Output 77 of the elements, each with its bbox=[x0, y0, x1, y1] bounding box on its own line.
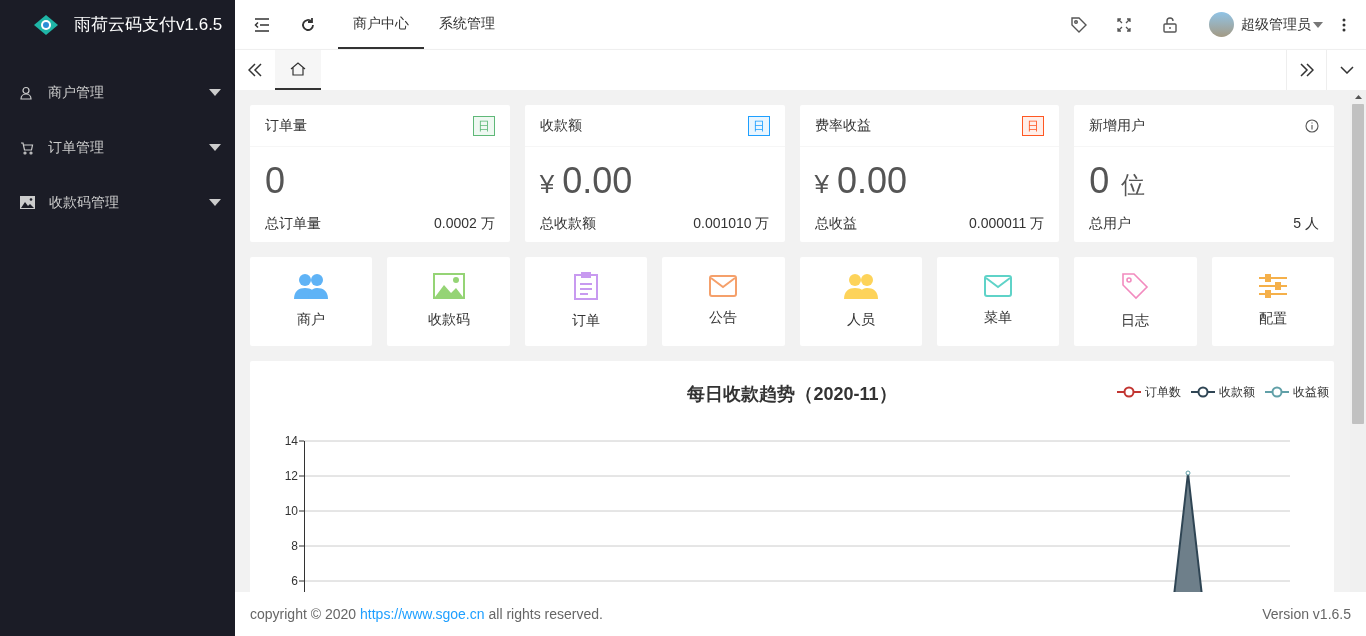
period-badge: 日 bbox=[747, 115, 770, 136]
shortcut-label: 菜单 bbox=[984, 308, 1013, 327]
shortcut-label: 日志 bbox=[1121, 311, 1150, 330]
footer-label: 总收款额 bbox=[539, 214, 596, 233]
shortcut-label: 订单 bbox=[571, 311, 600, 330]
shortcut-label: 商户 bbox=[297, 310, 326, 329]
scrollbar-thumb[interactable] bbox=[1352, 104, 1364, 424]
stat-value: 0.00 bbox=[836, 161, 908, 201]
legend-label: 收益额 bbox=[1293, 384, 1329, 401]
cart-icon bbox=[20, 140, 34, 155]
avatar[interactable] bbox=[1209, 12, 1234, 37]
chart-title: 每日收款趋势（2020-11） bbox=[687, 383, 897, 406]
card-title: 费率收益 bbox=[814, 116, 871, 135]
footer-value: 0.001010 万 bbox=[693, 214, 770, 233]
period-badge: 日 bbox=[1022, 115, 1045, 136]
info-icon bbox=[1305, 118, 1319, 133]
caret-icon[interactable] bbox=[1313, 21, 1323, 28]
axis-label: 10 bbox=[284, 503, 298, 519]
shortcut-tile[interactable]: 人员 bbox=[799, 257, 922, 346]
version-text: Version v1.6.5 bbox=[1262, 604, 1351, 624]
footer-value: 0.0002 万 bbox=[434, 214, 495, 233]
sidebar-item[interactable]: 收款码管理 bbox=[49, 192, 119, 213]
data-point bbox=[1185, 470, 1191, 476]
axis-label: 8 bbox=[291, 538, 298, 554]
card-title: 收款额 bbox=[539, 116, 582, 135]
legend-label: 订单数 bbox=[1145, 384, 1181, 401]
footer-label: 总收益 bbox=[814, 214, 857, 233]
home-icon bbox=[290, 62, 306, 76]
period-badge: 日 bbox=[472, 115, 495, 136]
shortcut-tile[interactable]: 配置 bbox=[1211, 257, 1334, 346]
stat-unit: 位 bbox=[1121, 170, 1146, 200]
user-icon bbox=[20, 85, 34, 100]
image-icon bbox=[20, 196, 35, 209]
footer-label: 总订单量 bbox=[265, 214, 321, 233]
footer-label: 总用户 bbox=[1089, 214, 1132, 233]
axis-label: 12 bbox=[284, 468, 298, 484]
shortcut-label: 收款码 bbox=[427, 310, 470, 329]
chevron-down-icon[interactable] bbox=[1339, 66, 1354, 74]
double-right-icon[interactable] bbox=[1299, 63, 1314, 77]
shortcut-tile[interactable]: 收款码 bbox=[387, 257, 510, 346]
fullscreen-icon[interactable] bbox=[1117, 17, 1131, 32]
more-icon[interactable] bbox=[1342, 17, 1346, 32]
card-title: 订单量 bbox=[265, 116, 307, 135]
rights-text: all rights reserved. bbox=[488, 604, 603, 624]
scroll-up-icon[interactable] bbox=[1354, 95, 1362, 99]
stat-value: 0.00 bbox=[562, 161, 633, 201]
axis-label: 6 bbox=[291, 573, 298, 589]
lock-icon[interactable] bbox=[1163, 16, 1177, 33]
shortcut-label: 配置 bbox=[1258, 309, 1287, 328]
tag-icon[interactable] bbox=[1070, 15, 1088, 34]
currency-sign: ¥ bbox=[539, 168, 555, 201]
refresh-icon[interactable] bbox=[300, 16, 316, 33]
axis-label: 14 bbox=[284, 433, 298, 449]
copyright-text: copyright © 2020 bbox=[250, 604, 357, 624]
sidebar-item[interactable]: 商户管理 bbox=[48, 82, 104, 103]
logo-icon bbox=[32, 13, 60, 37]
user-name[interactable]: 超级管理员 bbox=[1241, 14, 1311, 35]
menu-icon[interactable] bbox=[254, 17, 270, 32]
shortcut-tile[interactable]: 日志 bbox=[1074, 257, 1197, 346]
footer-value: 0.000011 万 bbox=[969, 214, 1045, 233]
nav-tab[interactable]: 系统管理 bbox=[424, 0, 510, 49]
shortcut-tile[interactable]: 菜单 bbox=[936, 257, 1060, 346]
shortcut-tile[interactable]: 公告 bbox=[662, 257, 785, 346]
sidebar-item[interactable]: 订单管理 bbox=[48, 137, 104, 158]
currency-sign: ¥ bbox=[814, 168, 829, 201]
home-tab[interactable] bbox=[275, 50, 321, 90]
shortcut-label: 公告 bbox=[709, 308, 738, 327]
legend-label: 收款额 bbox=[1219, 384, 1255, 401]
footer-value: 5 人 bbox=[1293, 214, 1319, 233]
shortcut-tile[interactable]: 商户 bbox=[250, 257, 373, 346]
stat-value: 0 bbox=[1089, 161, 1110, 201]
shortcut-tile[interactable]: 订单 bbox=[524, 257, 648, 346]
card-title: 新增用户 bbox=[1089, 116, 1146, 135]
shortcut-label: 人员 bbox=[846, 310, 875, 329]
stat-value: 0 bbox=[265, 161, 286, 201]
app-title: 雨荷云码支付v1.6.5 bbox=[74, 14, 223, 37]
double-left-icon[interactable] bbox=[248, 63, 262, 77]
